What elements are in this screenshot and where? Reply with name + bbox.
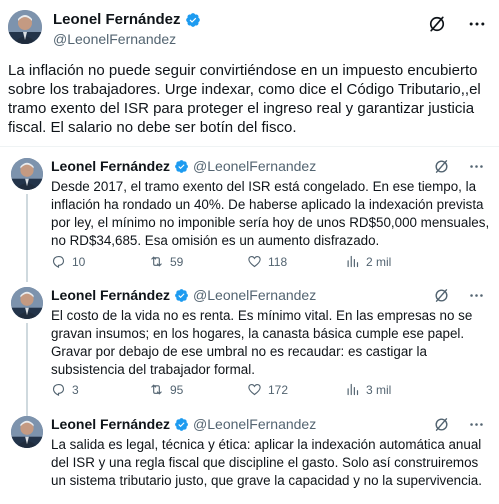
like-count: 118 xyxy=(268,254,288,269)
author-name[interactable]: Leonel Fernández xyxy=(51,416,170,432)
author-handle[interactable]: @LeonelFernandez xyxy=(193,287,316,303)
reply-header: Leonel Fernández @LeonelFernandez xyxy=(51,287,316,303)
views-button[interactable]: 3 mil xyxy=(345,382,443,397)
reply-button[interactable]: 10 xyxy=(51,254,149,269)
verified-badge-icon xyxy=(175,288,188,302)
view-count: 3 mil xyxy=(366,382,392,397)
reply-header: Leonel Fernández @LeonelFernandez xyxy=(51,416,316,432)
view-count: 2 mil xyxy=(366,254,392,269)
like-count: 172 xyxy=(268,382,289,397)
action-bar: 3 95 172 3 mil xyxy=(51,382,461,397)
author-handle[interactable]: @LeonelFernandez xyxy=(193,158,316,174)
verified-badge-icon xyxy=(175,159,188,173)
avatar[interactable] xyxy=(8,10,42,44)
more-icon[interactable] xyxy=(467,14,487,34)
more-icon[interactable] xyxy=(468,416,485,433)
repost-button[interactable]: 59 xyxy=(149,254,247,269)
grok-icon[interactable] xyxy=(433,287,450,304)
main-tweet: Leonel Fernández @LeonelFernandez La inf… xyxy=(0,0,499,146)
grok-icon[interactable] xyxy=(427,14,447,34)
repost-count: 59 xyxy=(170,254,184,269)
views-icon xyxy=(347,383,359,396)
more-icon[interactable] xyxy=(468,158,485,175)
avatar[interactable] xyxy=(11,158,43,190)
reply-count: 3 xyxy=(72,382,79,397)
reply-icon xyxy=(52,255,65,269)
like-icon xyxy=(248,255,261,268)
reply-header-actions xyxy=(433,287,485,304)
repost-count: 95 xyxy=(170,382,184,397)
reply-button[interactable]: 3 xyxy=(51,382,149,397)
grok-icon[interactable] xyxy=(433,416,450,433)
reply-tweet[interactable]: Leonel Fernández @LeonelFernandez El cos… xyxy=(0,287,499,409)
grok-icon[interactable] xyxy=(433,158,450,175)
reply-header: Leonel Fernández @LeonelFernandez xyxy=(51,158,316,174)
author-handle[interactable]: @LeonelFernandez xyxy=(193,416,316,432)
tweet-text: La salida es legal, técnica y ética: apl… xyxy=(51,437,482,488)
author-name[interactable]: Leonel Fernández xyxy=(51,287,170,303)
reply-count: 10 xyxy=(72,254,86,269)
like-button[interactable]: 172 xyxy=(247,382,345,397)
repost-icon xyxy=(151,256,162,267)
verified-badge-icon xyxy=(185,12,200,27)
more-icon[interactable] xyxy=(468,287,485,304)
author-handle[interactable]: @LeonelFernandez xyxy=(53,31,176,47)
action-bar: 10 59 118 2 mil xyxy=(51,254,461,269)
divider xyxy=(0,146,499,147)
views-button[interactable]: 2 mil xyxy=(345,254,443,269)
author-name[interactable]: Leonel Fernández xyxy=(51,158,170,174)
like-button[interactable]: 118 xyxy=(247,254,345,269)
reply-icon xyxy=(52,383,65,397)
reply-tweet[interactable]: Leonel Fernández @LeonelFernandez Desde … xyxy=(0,158,499,278)
repost-icon xyxy=(151,384,162,395)
like-icon xyxy=(248,383,261,396)
tweet-text: El costo de la vida no es renta. Es míni… xyxy=(51,308,473,377)
avatar[interactable] xyxy=(11,416,43,448)
reply-header-actions xyxy=(433,158,485,175)
header-actions xyxy=(427,14,487,34)
tweet-text: Desde 2017, el tramo exento del ISR está… xyxy=(51,179,490,248)
tweet-text: La inflación no puede seguir convirtiénd… xyxy=(8,62,481,136)
views-icon xyxy=(347,255,359,268)
repost-button[interactable]: 95 xyxy=(149,382,247,397)
reply-header-actions xyxy=(433,416,485,433)
reply-tweet[interactable]: Leonel Fernández @LeonelFernandez La sal… xyxy=(0,416,499,504)
author-name[interactable]: Leonel Fernández xyxy=(53,11,201,28)
verified-badge-icon xyxy=(175,417,188,431)
avatar[interactable] xyxy=(11,287,43,319)
author-name-text[interactable]: Leonel Fernández xyxy=(53,11,181,28)
